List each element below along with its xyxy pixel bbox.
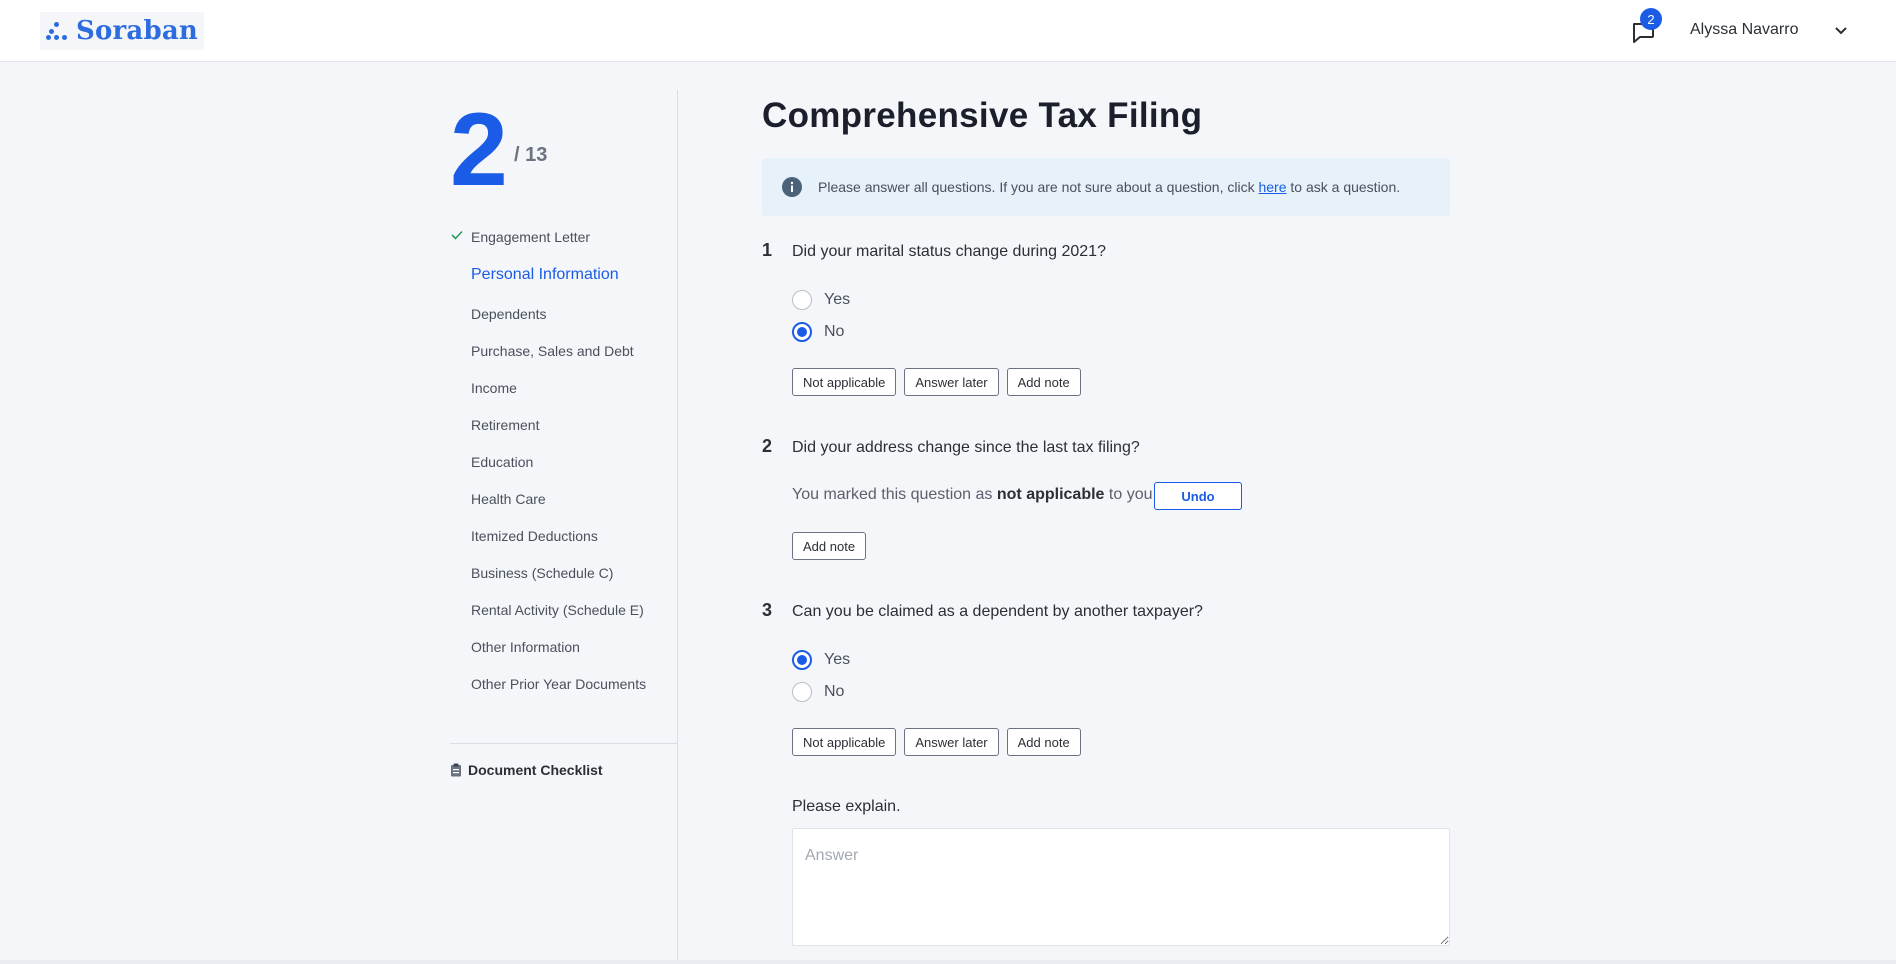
sidebar-item-personal-information[interactable]: Personal Information bbox=[471, 266, 619, 284]
question-number: 2 bbox=[762, 436, 773, 456]
sidebar-item-other-prior-year-documents[interactable]: Other Prior Year Documents bbox=[471, 676, 646, 692]
not-applicable-button[interactable]: Not applicable bbox=[792, 368, 897, 396]
question-text: Did your address change since the last t… bbox=[792, 439, 1140, 456]
document-checklist-link[interactable]: Document Checklist bbox=[450, 762, 603, 778]
page-title: Comprehensive Tax Filing bbox=[762, 96, 1203, 135]
chevron-down-icon[interactable] bbox=[1833, 23, 1849, 39]
answer-later-button[interactable]: Answer later bbox=[904, 368, 999, 396]
sidebar-item-business-schedule-c[interactable]: Business (Schedule C) bbox=[471, 565, 613, 581]
question-number: 1 bbox=[762, 240, 773, 260]
top-header: Soraban 2 Alyssa Navarro bbox=[0, 0, 1896, 62]
question-number: 3 bbox=[762, 600, 773, 620]
info-banner: Please answer all questions. If you are … bbox=[762, 158, 1450, 216]
sidebar-item-purchase-sales-debt[interactable]: Purchase, Sales and Debt bbox=[471, 343, 634, 359]
answer-textarea[interactable] bbox=[792, 828, 1450, 946]
info-icon bbox=[782, 177, 802, 197]
sidebar-item-rental-activity[interactable]: Rental Activity (Schedule E) bbox=[471, 602, 644, 618]
q2-actions: Add note bbox=[792, 532, 867, 560]
check-icon bbox=[451, 230, 463, 240]
q1-option-yes[interactable]: Yes bbox=[792, 290, 850, 310]
sidebar-item-itemized-deductions[interactable]: Itemized Deductions bbox=[471, 528, 598, 544]
add-note-button[interactable]: Add note bbox=[1006, 368, 1081, 396]
radio-button[interactable] bbox=[792, 682, 812, 702]
add-note-button[interactable]: Add note bbox=[792, 532, 867, 560]
question-text: Can you be claimed as a dependent by ano… bbox=[792, 603, 1203, 620]
soraban-logo[interactable]: Soraban bbox=[40, 12, 204, 50]
radio-button[interactable] bbox=[792, 290, 812, 310]
brand-name: Soraban bbox=[76, 16, 198, 46]
bottom-edge bbox=[0, 960, 1896, 964]
ask-question-link[interactable]: here bbox=[1258, 179, 1286, 195]
radio-button[interactable] bbox=[792, 322, 812, 342]
q3-option-yes[interactable]: Yes bbox=[792, 650, 850, 670]
q3-option-no[interactable]: No bbox=[792, 682, 844, 702]
sidebar-item-dependents[interactable]: Dependents bbox=[471, 306, 547, 322]
clipboard-icon bbox=[451, 763, 461, 777]
sidebar-divider bbox=[450, 743, 678, 744]
total-steps: / 13 bbox=[514, 144, 548, 166]
sidebar-item-education[interactable]: Education bbox=[471, 454, 533, 470]
info-text: Please answer all questions. If you are … bbox=[818, 179, 1401, 195]
current-step-number: 2 bbox=[450, 92, 508, 208]
sidebar-item-income[interactable]: Income bbox=[471, 380, 517, 396]
logo-dots-icon bbox=[46, 22, 68, 40]
sidebar-item-retirement[interactable]: Retirement bbox=[471, 417, 539, 433]
not-applicable-notice: You marked this question as not applicab… bbox=[792, 486, 1157, 503]
sidebar-item-other-information[interactable]: Other Information bbox=[471, 639, 580, 655]
not-applicable-button[interactable]: Not applicable bbox=[792, 728, 897, 756]
unread-messages-badge: 2 bbox=[1640, 8, 1662, 30]
q1-actions: Not applicable Answer later Add note bbox=[792, 368, 1081, 396]
explain-label: Please explain. bbox=[792, 798, 901, 815]
document-checklist-label: Document Checklist bbox=[468, 762, 603, 778]
user-name[interactable]: Alyssa Navarro bbox=[1690, 21, 1798, 39]
sidebar-item-engagement-letter[interactable]: Engagement Letter bbox=[471, 229, 590, 245]
question-text: Did your marital status change during 20… bbox=[792, 243, 1106, 260]
add-note-button[interactable]: Add note bbox=[1006, 728, 1081, 756]
radio-button[interactable] bbox=[792, 650, 812, 670]
q1-option-no[interactable]: No bbox=[792, 322, 844, 342]
answer-later-button[interactable]: Answer later bbox=[904, 728, 999, 756]
undo-button[interactable]: Undo bbox=[1154, 482, 1242, 510]
section-sidebar: 2 / 13 Engagement Letter Personal Inform… bbox=[450, 90, 678, 964]
sidebar-item-health-care[interactable]: Health Care bbox=[471, 491, 546, 507]
q3-actions: Not applicable Answer later Add note bbox=[792, 728, 1081, 756]
